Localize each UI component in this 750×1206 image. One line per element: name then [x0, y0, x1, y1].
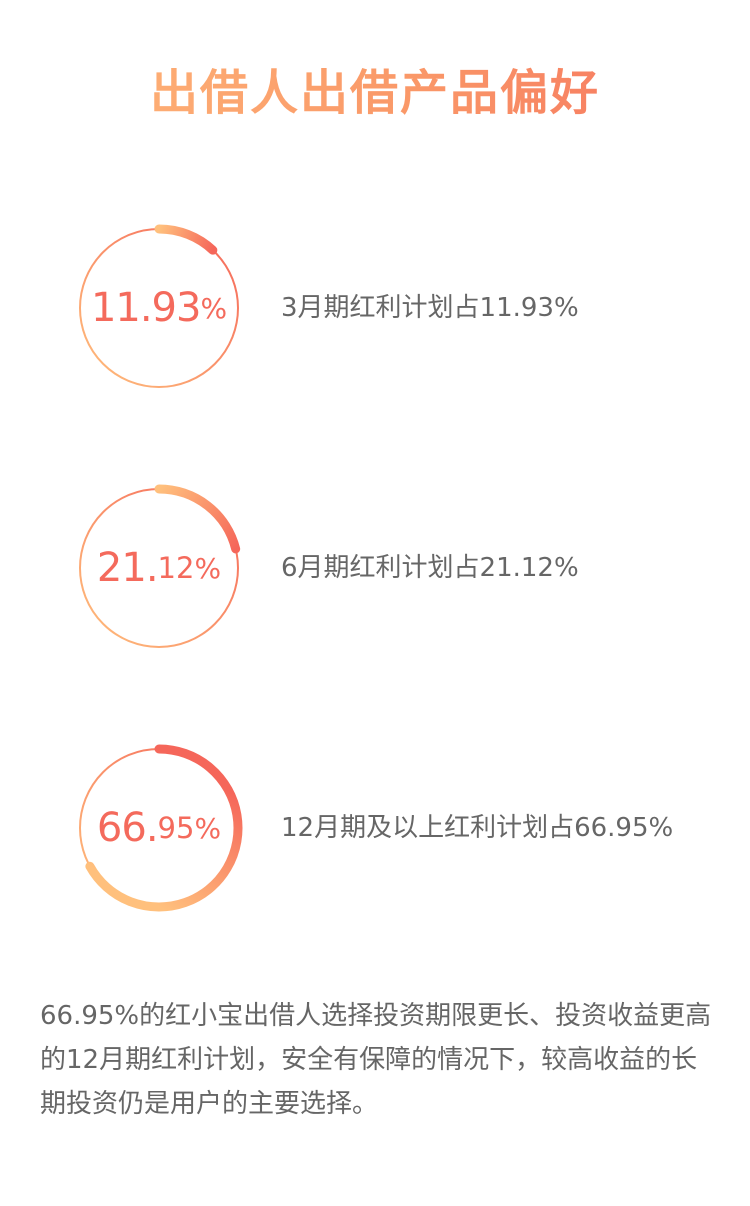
page-title: 出借人出借产品偏好 [0, 60, 750, 126]
ring-value-percent: % [194, 551, 222, 585]
ring-value-percent: % [194, 811, 222, 845]
ring-value-integer: 66. [96, 805, 159, 851]
ring-label: 12月期及以上红利计划占66.95% [281, 813, 674, 843]
ring-label: 6月期红利计划占21.12% [281, 553, 579, 583]
ring-row-3-month: 11.93% 3月期红利计划占11.93% [0, 223, 750, 393]
ring-value: 11.93% [74, 223, 244, 393]
ring-value-percent: % [200, 291, 228, 325]
ring-value: 21. 12% [74, 483, 244, 653]
ring-value-decimal: 12 [157, 551, 195, 585]
ring-row-12-month: 66. 95% 12月期及以上红利计划占66.95% [0, 743, 750, 913]
ring-value-integer: 11.93 [90, 285, 202, 331]
ring-label: 3月期红利计划占11.93% [281, 293, 579, 323]
ring-value-integer: 21. [96, 545, 159, 591]
ring-row-6-month: 21. 12% 6月期红利计划占21.12% [0, 483, 750, 653]
ring-value-decimal: 95 [157, 811, 195, 845]
summary-paragraph: 66.95%的红小宝出借人选择投资期限更长、投资收益更高的12月期红利计划，安全… [40, 1001, 712, 1119]
ring-value: 66. 95% [74, 743, 244, 913]
